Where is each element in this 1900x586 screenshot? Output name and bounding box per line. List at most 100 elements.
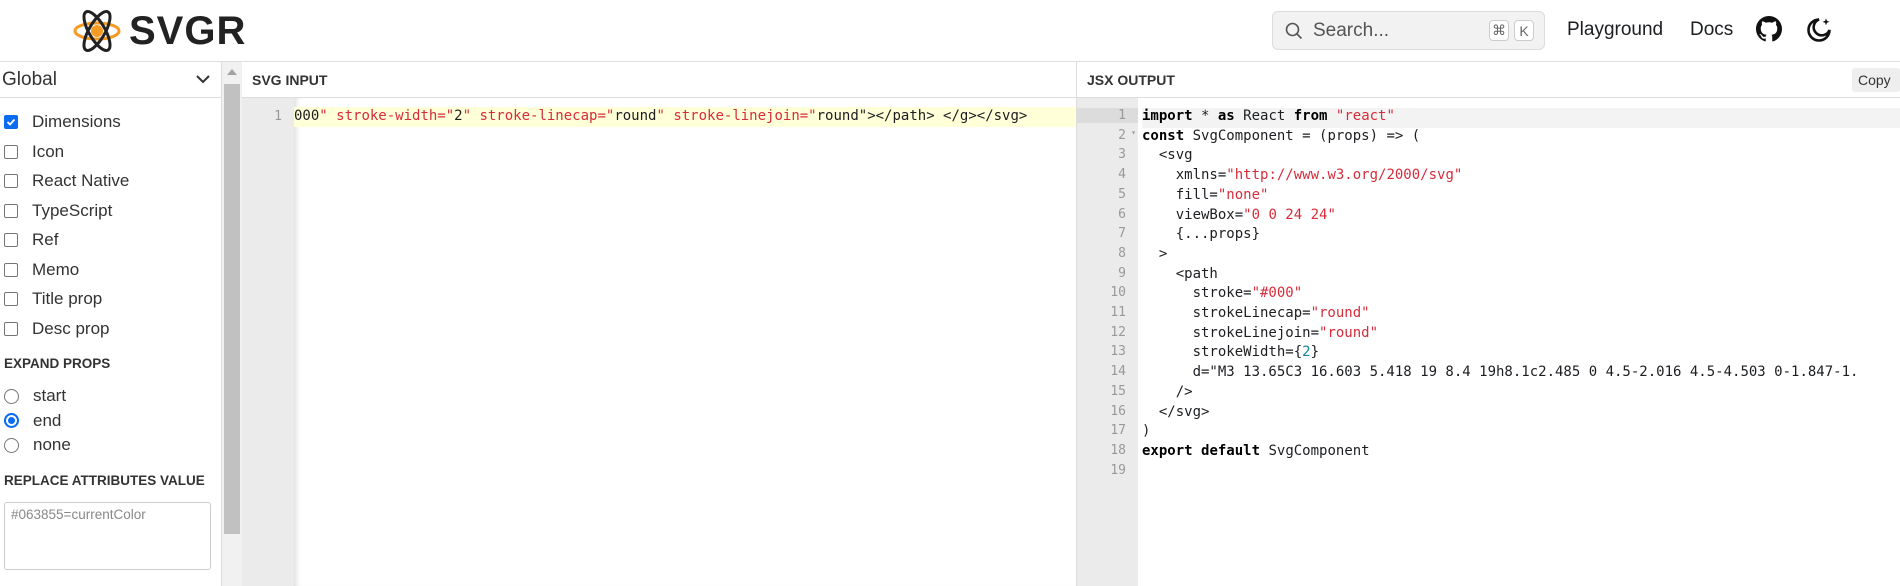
code-line: strokeLinejoin="round" [1142,324,1379,341]
code-line: ) [1142,423,1151,440]
radio-button[interactable] [4,413,19,428]
scroll-up-icon[interactable] [227,69,237,75]
code-line: const SvgComponent = (props) => ( [1142,127,1421,144]
search-placeholder: Search... [1313,19,1390,41]
dark-mode-toggle-icon[interactable] [1805,16,1833,49]
jsx-output-gutter: 1 2 ▾ 3 4 5 6 7 8 9 10 11 12 13 14 15 16 17 18 19 [1077,98,1138,586]
code-line: strokeWidth={2} [1142,344,1320,361]
radio-button[interactable] [4,437,19,453]
option-dimensions[interactable]: Dimensions [4,112,121,132]
svg-input-title: SVG INPUT [242,62,1077,98]
code-line: strokeLinecap="round" [1142,305,1370,321]
replace-attributes-textarea[interactable]: #063855=currentColor [4,502,211,570]
chevron-down-icon [196,75,210,84]
option-icon[interactable]: Icon [4,142,64,162]
github-icon[interactable] [1756,16,1782,47]
preset-select[interactable]: Global [0,62,222,98]
line-number: 4 [1118,167,1126,183]
line-number: 12 [1110,324,1126,340]
logo-text: SVGR [129,8,247,53]
option-label: Dimensions [32,112,121,131]
replace-attributes-label: REPLACE ATTRIBUTES VALUE [4,473,205,488]
code-line: export default SvgComponent [1142,442,1370,459]
nav-playground[interactable]: Playground [1567,19,1663,41]
key-cmd: ⌘ [1489,20,1509,41]
checkbox[interactable] [4,115,18,129]
line-number: 5 [1118,186,1126,202]
code-line: fill="none" [1142,186,1269,203]
radio-end[interactable]: end [4,411,61,431]
key-k: K [1514,20,1534,41]
search-icon [1285,22,1303,39]
line-number: 3 [1118,147,1126,163]
radio-none[interactable]: none [4,435,71,455]
line-number: 14 [1110,364,1126,380]
option-label: Memo [32,259,80,279]
line-number: 9 [1118,265,1126,281]
line-number: 7 [1118,226,1126,242]
line-number: 8 [1118,245,1126,261]
option-ref[interactable]: Ref [4,230,58,250]
line-number: 1 [1077,108,1138,123]
line-number: 16 [1110,403,1126,419]
copy-button[interactable]: Copy [1852,68,1900,92]
line-number: 6 [1118,206,1126,222]
code-line: </svg> [1142,403,1210,420]
checkbox[interactable] [4,233,18,247]
svg-input-gutter: 1 [242,98,294,586]
svg-input-editor[interactable]: 000" stroke-width="2" stroke-linecap="ro… [294,98,1077,586]
code-line: import * as React from "react" [1142,108,1900,128]
code-line: > [1142,245,1168,262]
code-line: <svg [1142,147,1193,164]
option-title-prop[interactable]: Title prop [4,289,102,309]
line-number: 15 [1110,383,1126,399]
sidebar-scrollbar[interactable] [222,62,242,586]
jsx-output-title: JSX OUTPUT [1077,62,1900,98]
code-line: viewBox="0 0 24 24" [1142,206,1336,223]
code-line: stroke="#000" [1142,285,1303,302]
radio-label: end [33,410,62,430]
line-number: 19 [1110,462,1126,478]
svgr-logo-icon [73,10,121,52]
line-number: 11 [1110,305,1126,320]
line-number: 17 [1110,423,1126,439]
jsx-output-editor[interactable]: import * as React from "react" const SvgC… [1138,98,1900,586]
option-label: TypeScript [32,200,113,220]
checkbox[interactable] [4,203,18,218]
options-sidebar: Global Dimensions Icon React Native TypeScr… [0,62,222,586]
search-button[interactable]: Search... ⌘ K [1272,11,1545,50]
nav-docs[interactable]: Docs [1690,19,1733,41]
expand-props-label: EXPAND PROPS [4,356,111,371]
checkbox[interactable] [4,144,18,159]
radio-label: none [33,435,71,454]
line-number: 10 [1110,285,1126,301]
checkbox[interactable] [4,321,18,336]
checkbox[interactable] [4,174,18,188]
radio-label: start [33,386,67,405]
svg-input-line: 000" stroke-width="2" stroke-linecap="ro… [294,107,1076,127]
logo[interactable]: SVGR [73,8,246,54]
checkbox[interactable] [4,262,18,277]
top-navbar: SVGR Search... ⌘ K Playground Docs [0,0,1900,62]
code-line: d="M3 13.65C3 16.603 5.418 19 8.4 19h8.1… [1142,364,1859,381]
option-react-native[interactable]: React Native [4,171,129,191]
checkbox[interactable] [4,292,18,306]
radio-start[interactable]: start [4,386,66,406]
code-line: /> [1142,383,1193,400]
option-label: React Native [32,171,130,190]
scrollbar-thumb[interactable] [224,84,240,534]
option-label: Ref [32,230,59,249]
option-label: Icon [32,141,65,161]
option-label: Desc prop [32,318,110,338]
radio-button[interactable] [4,388,19,404]
option-desc-prop[interactable]: Desc prop [4,319,109,339]
line-number: 13 [1110,344,1126,360]
code-line: <path [1142,265,1218,282]
code-line: {...props} [1142,226,1261,243]
code-line: xmlns="http://www.w3.org/2000/svg" [1142,167,1463,184]
preset-value: Global [2,69,57,90]
option-typescript[interactable]: TypeScript [4,201,112,221]
line-number: 1 [274,109,282,124]
option-memo[interactable]: Memo [4,260,79,280]
line-number: 18 [1110,442,1126,458]
